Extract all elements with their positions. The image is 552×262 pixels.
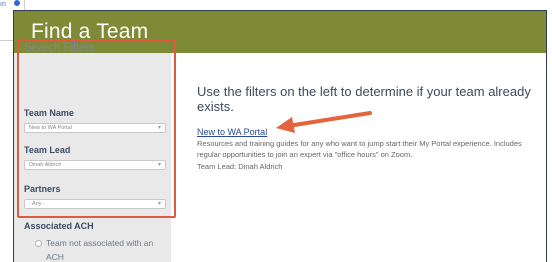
search-filters-title: Search Filters bbox=[24, 42, 95, 54]
partners-value: - Any - bbox=[29, 201, 45, 207]
team-name-select[interactable]: New to WA Portal ▾ bbox=[24, 123, 166, 133]
team-name-value: New to WA Portal bbox=[29, 125, 72, 131]
partners-select[interactable]: - Any - ▾ bbox=[24, 199, 166, 209]
chevron-down-icon: ▾ bbox=[157, 125, 161, 131]
chevron-down-icon: ▾ bbox=[157, 162, 161, 168]
find-team-window: Find a Team Search Filters Team Name New… bbox=[13, 10, 547, 262]
team-result-lead: Team Lead: Dinah Aldrich bbox=[197, 162, 283, 171]
team-lead-value: Dinah Aldrich bbox=[29, 162, 62, 168]
associated-ach-label: Associated ACH bbox=[24, 221, 94, 231]
team-lead-label: Team Lead bbox=[24, 145, 71, 155]
info-icon bbox=[14, 0, 20, 6]
team-name-label: Team Name bbox=[24, 108, 74, 118]
instructions-heading: Use the filters on the left to determine… bbox=[197, 84, 531, 114]
team-result-link[interactable]: New to WA Portal bbox=[197, 127, 267, 137]
team-result-description: Resources and training guides for any wh… bbox=[197, 139, 522, 159]
team-lead-select[interactable]: Dinah Aldrich ▾ bbox=[24, 160, 166, 170]
chevron-down-icon: ▾ bbox=[157, 201, 161, 207]
partners-label: Partners bbox=[24, 184, 61, 194]
ach-checkbox[interactable] bbox=[35, 240, 42, 247]
ach-checkbox-label[interactable]: Team not associated with an ACH bbox=[46, 236, 164, 262]
background-window-text: ın bbox=[0, 1, 6, 8]
